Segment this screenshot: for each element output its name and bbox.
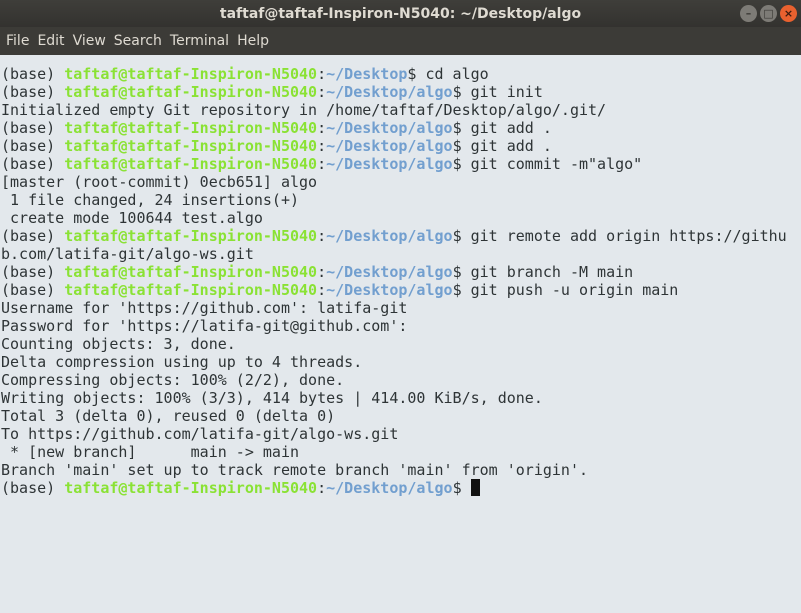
prompt-env: (base) [1, 119, 65, 137]
prompt-user: taftaf@taftaf-Inspiron-N5040 [64, 119, 318, 137]
prompt-sep: : [317, 65, 327, 83]
close-icon[interactable]: × [780, 5, 797, 22]
output-line: Initialized empty Git repository in /hom… [1, 101, 607, 119]
output-line: Delta compression using up to 4 threads. [1, 353, 363, 371]
output-line: Counting objects: 3, done. [1, 335, 236, 353]
prompt-sep: : [317, 479, 327, 497]
prompt-line: (base) taftaf@taftaf-Inspiron-N5040:~/De… [1, 155, 796, 173]
prompt-path: ~/Desktop/algo [326, 263, 453, 281]
prompt-line: (base) taftaf@taftaf-Inspiron-N5040:~/De… [1, 65, 796, 83]
output-line: Username for 'https://github.com': latif… [1, 299, 408, 317]
prompt-user: taftaf@taftaf-Inspiron-N5040 [64, 479, 318, 497]
prompt-user: taftaf@taftaf-Inspiron-N5040 [64, 263, 318, 281]
prompt-user: taftaf@taftaf-Inspiron-N5040 [64, 65, 318, 83]
menu-edit[interactable]: Edit [37, 33, 71, 49]
prompt-sep: : [317, 155, 327, 173]
prompt-line: (base) taftaf@taftaf-Inspiron-N5040:~/De… [1, 479, 796, 497]
prompt-env: (base) [1, 137, 65, 155]
prompt-cmd: $ git add . [452, 137, 552, 155]
prompt-env: (base) [1, 263, 65, 281]
menu-file[interactable]: File [6, 33, 36, 49]
prompt-env: (base) [1, 65, 65, 83]
prompt-path: ~/Desktop/algo [326, 227, 453, 245]
output-line: Writing objects: 100% (3/3), 414 bytes |… [1, 389, 543, 407]
output-line: Total 3 (delta 0), reused 0 (delta 0) [1, 407, 336, 425]
prompt-path: ~/Desktop/algo [326, 281, 453, 299]
prompt-cmd: $ git add . [452, 119, 552, 137]
prompt-env: (base) [1, 83, 65, 101]
output-line: 1 file changed, 24 insertions(+) [1, 191, 300, 209]
prompt-sep: : [317, 137, 327, 155]
prompt-user: taftaf@taftaf-Inspiron-N5040 [64, 83, 318, 101]
prompt-path: ~/Desktop/algo [326, 479, 453, 497]
output-line: [master (root-commit) 0ecb651] algo [1, 173, 318, 191]
menu-bar: File Edit View Search Terminal Help [0, 27, 801, 55]
menu-terminal[interactable]: Terminal [170, 33, 236, 49]
menu-help[interactable]: Help [237, 33, 276, 49]
minimize-icon[interactable]: – [740, 5, 757, 22]
output-line: Compressing objects: 100% (2/2), done. [1, 371, 345, 389]
output-line: To https://github.com/latifa-git/algo-ws… [1, 425, 399, 443]
terminal-output[interactable]: (base) taftaf@taftaf-Inspiron-N5040:~/De… [1, 65, 796, 497]
prompt-sep: : [317, 281, 327, 299]
prompt-env: (base) [1, 281, 65, 299]
prompt-cmd: $ git branch -M main [452, 263, 634, 281]
cursor [470, 479, 480, 496]
menu-view[interactable]: View [73, 33, 113, 49]
prompt-line: (base) taftaf@taftaf-Inspiron-N5040:~/De… [1, 119, 796, 137]
prompt-cmd: $ cd algo [407, 65, 489, 83]
prompt-user: taftaf@taftaf-Inspiron-N5040 [64, 155, 318, 173]
prompt-path: ~/Desktop/algo [326, 83, 453, 101]
prompt-cmd: $ git commit -m"algo" [452, 155, 643, 173]
window-controls: – □ × [740, 5, 797, 22]
menu-search[interactable]: Search [114, 33, 169, 49]
prompt-sep: : [317, 263, 327, 281]
prompt-user: taftaf@taftaf-Inspiron-N5040 [64, 281, 318, 299]
output-line: * [new branch] main -> main [1, 443, 300, 461]
window-title: taftaf@taftaf-Inspiron-N5040: ~/Desktop/… [219, 5, 582, 22]
output-line: Password for 'https://latifa-git@github.… [1, 317, 408, 335]
prompt-line: (base) taftaf@taftaf-Inspiron-N5040:~/De… [1, 137, 796, 155]
prompt-user: taftaf@taftaf-Inspiron-N5040 [64, 137, 318, 155]
output-line: create mode 100644 test.algo [1, 209, 263, 227]
prompt-path: ~/Desktop [326, 65, 408, 83]
prompt-path: ~/Desktop/algo [326, 137, 453, 155]
prompt-user: taftaf@taftaf-Inspiron-N5040 [64, 227, 318, 245]
prompt-cmd: $ git push -u origin main [452, 281, 679, 299]
prompt-env: (base) [1, 479, 65, 497]
prompt-line: (base) taftaf@taftaf-Inspiron-N5040:~/De… [1, 83, 796, 101]
prompt-path: ~/Desktop/algo [326, 155, 453, 173]
prompt-line: (base) taftaf@taftaf-Inspiron-N5040:~/De… [1, 227, 796, 263]
prompt-cmd: $ git init [452, 83, 543, 101]
prompt-line: (base) taftaf@taftaf-Inspiron-N5040:~/De… [1, 281, 796, 299]
prompt-env: (base) [1, 227, 65, 245]
maximize-icon[interactable]: □ [760, 5, 777, 22]
prompt-sep: : [317, 227, 327, 245]
prompt-sep: : [317, 83, 327, 101]
prompt-cmd: $ [452, 479, 471, 497]
prompt-sep: : [317, 119, 327, 137]
prompt-line: (base) taftaf@taftaf-Inspiron-N5040:~/De… [1, 263, 796, 281]
prompt-env: (base) [1, 155, 65, 173]
title-bar: taftaf@taftaf-Inspiron-N5040: ~/Desktop/… [0, 0, 801, 27]
prompt-path: ~/Desktop/algo [326, 119, 453, 137]
output-line: Branch 'main' set up to track remote bra… [1, 461, 588, 479]
